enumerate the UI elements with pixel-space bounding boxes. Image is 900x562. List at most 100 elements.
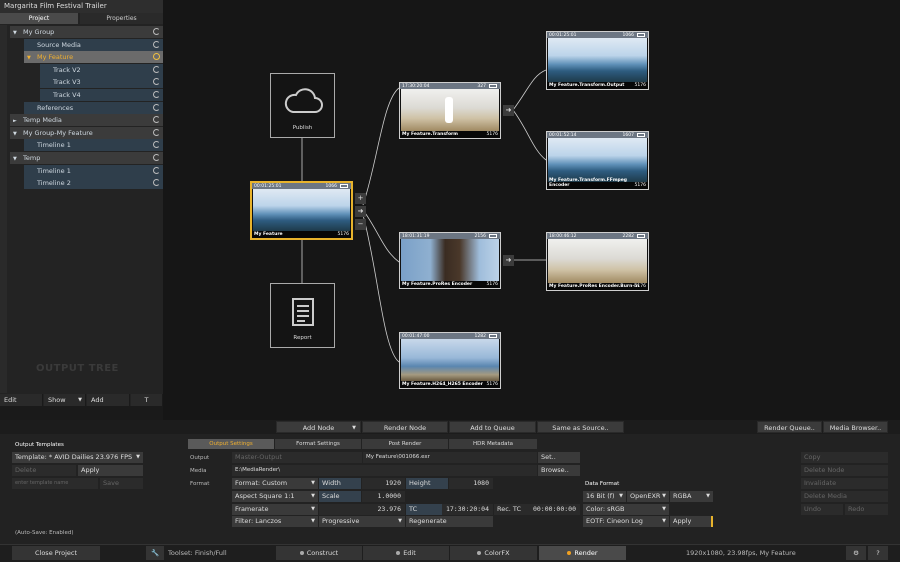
- triangle-right-icon[interactable]: ►: [13, 115, 23, 127]
- tab-hdr-metadata[interactable]: HDR Metadata: [449, 439, 537, 449]
- playback-icon[interactable]: [340, 184, 348, 188]
- save-template-button[interactable]: Save: [100, 478, 143, 489]
- playback-icon[interactable]: [489, 84, 497, 88]
- source-node[interactable]: 00:01:25:01 1066 My Feature 5176: [250, 181, 353, 240]
- arrow-right-icon[interactable]: ➜: [503, 255, 514, 266]
- close-project-button[interactable]: Close Project: [12, 546, 100, 560]
- tab-colorfx[interactable]: ColorFX: [450, 546, 537, 560]
- format-select[interactable]: Format: Custom ▼: [232, 478, 318, 489]
- tree-item[interactable]: Track V3: [40, 76, 163, 89]
- show-button[interactable]: Show ▼: [44, 394, 86, 406]
- aspect-select[interactable]: Aspect Square 1:1 ▼: [232, 491, 318, 502]
- eotf-select[interactable]: EOTF: Cineon Log ▼: [583, 516, 669, 527]
- redo-button[interactable]: Redo: [845, 504, 888, 515]
- edit-button[interactable]: Edit: [0, 394, 43, 406]
- fps-input[interactable]: 23.976: [319, 504, 405, 515]
- transform-node[interactable]: 17:30:20:04 327 My Feature.Transform 517…: [399, 82, 501, 139]
- gear-icon[interactable]: ⚙: [846, 546, 866, 560]
- tree-item[interactable]: ► Temp Media: [10, 114, 163, 127]
- scan-select[interactable]: Progressive ▼: [319, 516, 405, 527]
- prores-encoder-node[interactable]: 18:01:31:19 2156 My Feature.ProRes Encod…: [399, 232, 501, 289]
- tree-item[interactable]: Track V4: [40, 89, 163, 101]
- invalidate-button[interactable]: Invalidate: [801, 478, 888, 489]
- help-button[interactable]: ?: [868, 546, 888, 560]
- arrow-right-icon[interactable]: ➜: [503, 105, 514, 116]
- tab-post-render[interactable]: Post Render: [362, 439, 448, 449]
- add-node-button[interactable]: Add Node ▼: [276, 421, 361, 433]
- apply-data-format-button[interactable]: Apply: [670, 516, 713, 527]
- media-path-field[interactable]: E:\MediaRender\: [232, 465, 537, 476]
- codec-select[interactable]: OpenEXR ▼: [627, 491, 669, 502]
- tab-output-settings[interactable]: Output Settings: [188, 439, 274, 449]
- delete-template-button[interactable]: Delete: [12, 465, 76, 476]
- render-queue-button[interactable]: Render Queue..: [757, 421, 822, 433]
- triangle-down-icon[interactable]: ▼: [27, 52, 37, 64]
- ffmpeg-encoder-node[interactable]: 00:01:52:14 1607 My Feature.Transform.FF…: [546, 131, 649, 190]
- node-graph-canvas[interactable]: Publish Report 00:01:25:01 1066 My Featu…: [163, 0, 900, 420]
- tab-construct[interactable]: Construct: [276, 546, 362, 560]
- publish-node[interactable]: Publish: [270, 73, 335, 138]
- playback-icon[interactable]: [637, 234, 645, 238]
- tree-item[interactable]: Track V2: [40, 63, 163, 76]
- report-node[interactable]: Report: [270, 283, 335, 348]
- tree-item[interactable]: ▼ My Group: [10, 26, 163, 38]
- framerate-select[interactable]: Framerate ▼: [232, 504, 318, 515]
- tree-item[interactable]: Timeline 1: [24, 139, 163, 152]
- render-node-button[interactable]: Render Node: [362, 421, 448, 433]
- filter-select[interactable]: Filter: Lanczos ▼: [232, 516, 318, 527]
- tree-item[interactable]: ▼ My Group-My Feature: [10, 126, 163, 140]
- bit-depth-select[interactable]: 16 Bit (f) ▼: [583, 491, 626, 502]
- tree-item[interactable]: ▼ Temp: [10, 152, 163, 164]
- copy-button[interactable]: Copy: [801, 452, 888, 463]
- h264-encoder-node[interactable]: 00:01:47:00 1282 My Feature.H264_H265 En…: [399, 332, 501, 389]
- add-icon[interactable]: +: [355, 193, 366, 204]
- width-input[interactable]: 1920: [362, 478, 405, 489]
- add-to-queue-button[interactable]: Add to Queue: [449, 421, 536, 433]
- node-name: My Feature: [254, 232, 283, 237]
- color-select[interactable]: Color: sRGB ▼: [583, 504, 669, 515]
- tab-render[interactable]: Render: [539, 546, 626, 560]
- tree-scrollbar[interactable]: [0, 25, 7, 393]
- transform-output-node[interactable]: 00:01:25:01 1066 My Feature.Transform.Ou…: [546, 31, 649, 90]
- set-button[interactable]: Set..: [538, 452, 580, 463]
- regenerate-button[interactable]: Regenerate: [406, 516, 493, 527]
- rec-tc-input[interactable]: 00:00:00:00: [530, 504, 580, 515]
- delete-media-button[interactable]: Delete Media: [801, 491, 888, 502]
- playback-icon[interactable]: [489, 234, 497, 238]
- browse-button[interactable]: Browse..: [538, 465, 580, 476]
- wrench-icon[interactable]: 🔧: [146, 546, 164, 560]
- height-input[interactable]: 1080: [449, 478, 493, 489]
- output-path-field[interactable]: Master-Output: [232, 452, 362, 463]
- tab-edit[interactable]: Edit: [363, 546, 449, 560]
- tab-project[interactable]: Project: [0, 13, 78, 24]
- output-file-field[interactable]: My Feature\001066.exr: [363, 452, 537, 463]
- tc-input[interactable]: 17:30:20:04: [442, 504, 493, 515]
- tab-properties[interactable]: Properties: [80, 13, 163, 24]
- template-name-input[interactable]: enter template name: [12, 478, 98, 489]
- tree-item[interactable]: Timeline 1: [24, 164, 163, 177]
- tree-item[interactable]: References: [24, 101, 163, 114]
- tab-format-settings[interactable]: Format Settings: [275, 439, 361, 449]
- playback-icon[interactable]: [489, 334, 497, 338]
- playback-icon[interactable]: [637, 133, 645, 137]
- add-button[interactable]: Add: [87, 394, 130, 406]
- burnin-node[interactable]: 18:00:46:12 2282 My Feature.ProRes Encod…: [546, 232, 649, 291]
- playback-icon[interactable]: [637, 33, 645, 37]
- template-select[interactable]: Template: * AVID Dailies 23.976 FPS ▼: [12, 452, 143, 463]
- minus-icon[interactable]: −: [355, 219, 366, 230]
- triangle-down-icon[interactable]: ▼: [13, 128, 23, 140]
- undo-button[interactable]: Undo: [801, 504, 843, 515]
- scale-input[interactable]: 1.0000: [362, 491, 405, 502]
- delete-node-button[interactable]: Delete Node: [801, 465, 888, 476]
- t-button[interactable]: T: [131, 394, 163, 406]
- media-browser-button[interactable]: Media Browser..: [823, 421, 888, 433]
- arrow-right-icon[interactable]: ➜: [355, 206, 366, 217]
- tree-item[interactable]: ▼ My Feature: [24, 51, 163, 64]
- triangle-down-icon[interactable]: ▼: [13, 27, 23, 39]
- tree-item[interactable]: Timeline 2: [24, 177, 163, 190]
- channels-select[interactable]: RGBA ▼: [670, 491, 713, 502]
- apply-template-button[interactable]: Apply: [78, 465, 143, 476]
- tree-item[interactable]: Source Media: [24, 38, 163, 51]
- triangle-down-icon[interactable]: ▼: [13, 153, 23, 165]
- same-as-source-button[interactable]: Same as Source..: [537, 421, 624, 433]
